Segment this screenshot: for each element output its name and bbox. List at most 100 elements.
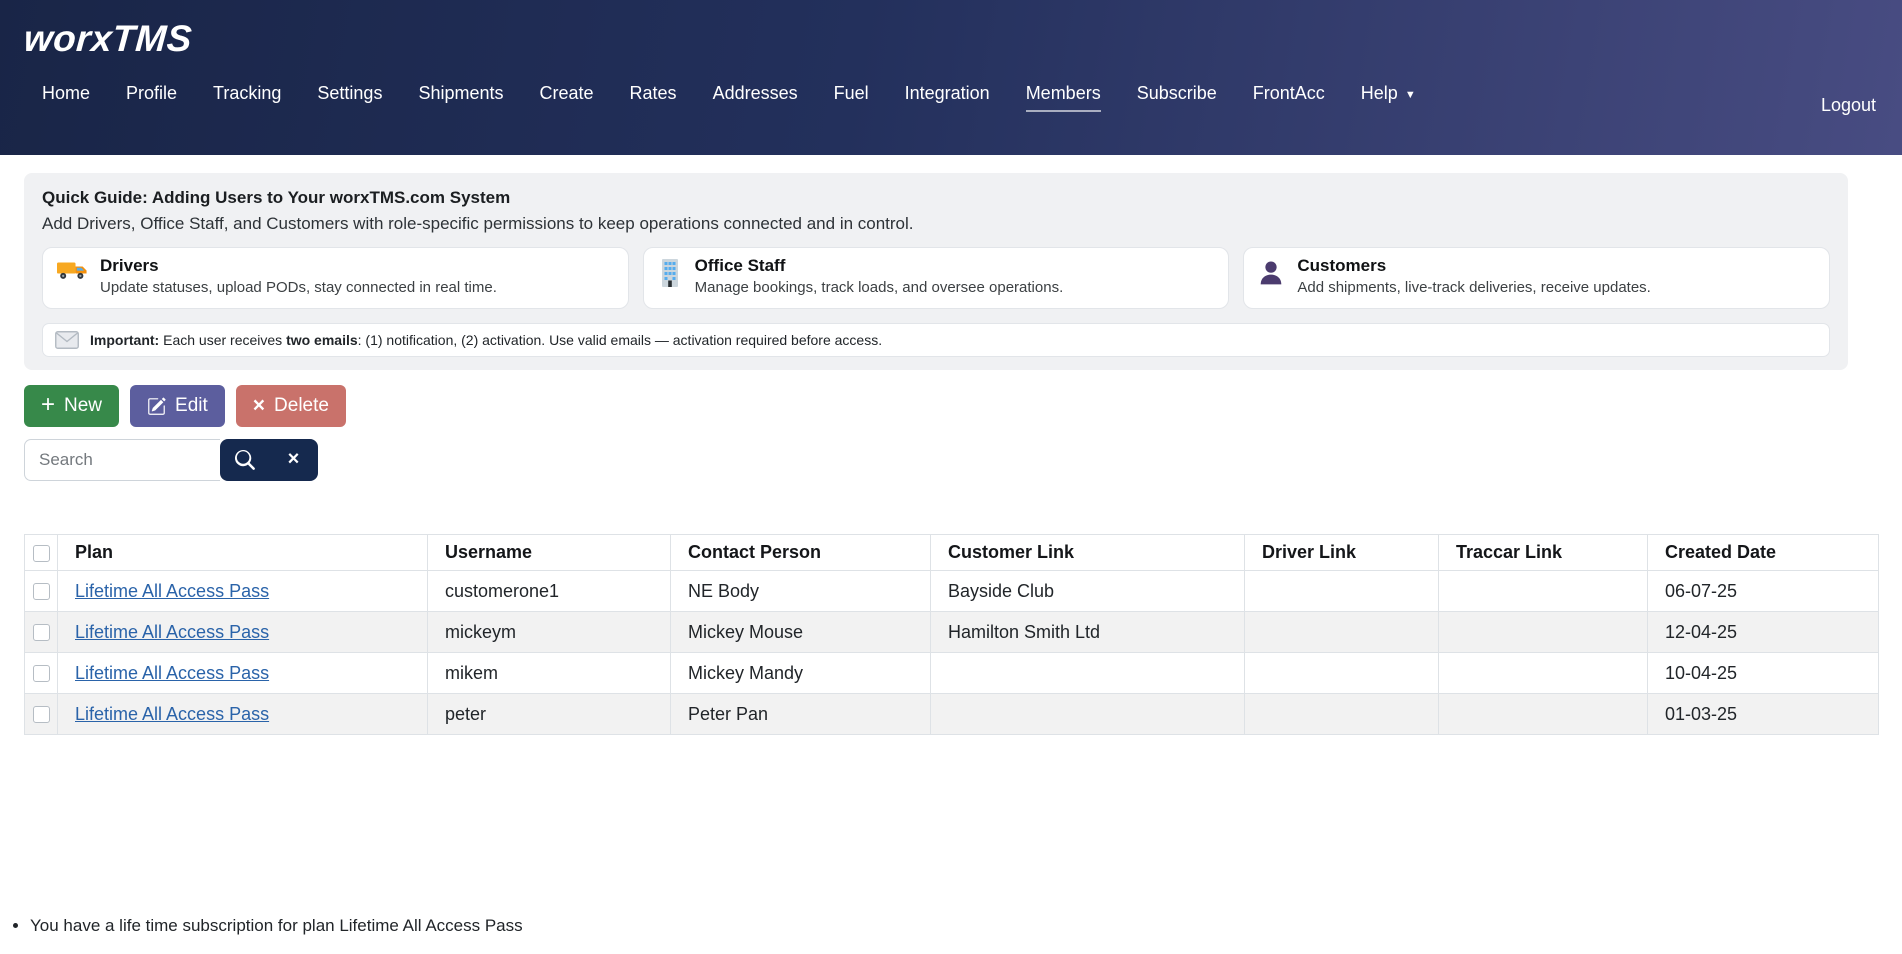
- search-input[interactable]: [24, 439, 220, 481]
- contact-person-cell: Peter Pan: [671, 694, 931, 735]
- drivers-card: Drivers Update statuses, upload PODs, st…: [42, 247, 629, 309]
- quick-guide-subtitle: Add Drivers, Office Staff, and Customers…: [42, 214, 1830, 234]
- customers-card-desc: Add shipments, live-track deliveries, re…: [1297, 279, 1651, 296]
- table-row: Lifetime All Access Pass mikem Mickey Ma…: [25, 653, 1879, 694]
- main-nav: Home Profile Tracking Settings Shipments…: [24, 83, 1878, 104]
- col-username: Username: [428, 535, 671, 571]
- col-created-date: Created Date: [1648, 535, 1879, 571]
- edit-button[interactable]: Edit: [130, 385, 225, 427]
- driver-link-cell: [1245, 571, 1439, 612]
- footer-notes: You have a life time subscription for pl…: [0, 916, 1902, 936]
- select-all-checkbox[interactable]: [33, 545, 50, 562]
- members-table: Plan Username Contact Person Customer Li…: [24, 534, 1879, 735]
- traccar-link-cell: [1439, 571, 1648, 612]
- driver-link-cell: [1245, 653, 1439, 694]
- created-date-cell: 01-03-25: [1648, 694, 1879, 735]
- clear-search-button[interactable]: ×: [269, 439, 318, 481]
- contact-person-cell: Mickey Mouse: [671, 612, 931, 653]
- traccar-link-cell: [1439, 653, 1648, 694]
- note-bold: two emails: [286, 332, 358, 348]
- table-row: Lifetime All Access Pass peter Peter Pan…: [25, 694, 1879, 735]
- search-actions: ×: [220, 439, 318, 481]
- quick-guide-panel: Quick Guide: Adding Users to Your worxTM…: [24, 173, 1848, 370]
- col-contact-person: Contact Person: [671, 535, 931, 571]
- person-icon: [1258, 259, 1284, 291]
- nav-item[interactable]: Subscribe: [1137, 83, 1217, 104]
- nav-item[interactable]: Shipments: [418, 83, 503, 104]
- customers-card-title: Customers: [1297, 256, 1651, 276]
- username-cell: customerone1: [428, 571, 671, 612]
- chevron-down-icon: ▼: [1405, 89, 1416, 101]
- office-building-icon: [658, 259, 682, 292]
- created-date-cell: 10-04-25: [1648, 653, 1879, 694]
- actions-toolbar: + New Edit × Delete: [24, 385, 1878, 427]
- table-row: Lifetime All Access Pass mickeym Mickey …: [25, 612, 1879, 653]
- app-logo: worxTMS: [23, 18, 194, 60]
- envelope-icon: [55, 331, 79, 349]
- username-cell: mikem: [428, 653, 671, 694]
- important-note: Important: Each user receives two emails…: [42, 323, 1830, 357]
- nav-item[interactable]: Tracking: [213, 83, 281, 104]
- pencil-square-icon: [147, 397, 166, 416]
- drivers-card-title: Drivers: [100, 256, 497, 276]
- nav-item[interactable]: Fuel: [834, 83, 869, 104]
- logout-link[interactable]: Logout: [1821, 95, 1876, 116]
- clear-icon: ×: [288, 449, 300, 469]
- truck-icon: [57, 259, 87, 286]
- delete-button[interactable]: × Delete: [236, 385, 346, 427]
- nav-item[interactable]: Rates: [630, 83, 677, 104]
- x-icon: ×: [253, 395, 265, 416]
- col-plan: Plan: [58, 535, 428, 571]
- customer-link-cell: Bayside Club: [931, 571, 1245, 612]
- col-driver-link: Driver Link: [1245, 535, 1439, 571]
- nav-item[interactable]: Integration: [905, 83, 990, 104]
- nav-item[interactable]: Settings: [317, 83, 382, 104]
- nav-item[interactable]: FrontAcc: [1253, 83, 1325, 104]
- plus-icon: +: [41, 393, 55, 417]
- nav-item[interactable]: Home: [42, 83, 90, 104]
- plan-link[interactable]: Lifetime All Access Pass: [75, 581, 269, 601]
- driver-link-cell: [1245, 612, 1439, 653]
- customer-link-cell: Hamilton Smith Ltd: [931, 612, 1245, 653]
- subscription-note: You have a life time subscription for pl…: [30, 916, 1902, 936]
- contact-person-cell: NE Body: [671, 571, 931, 612]
- plan-link[interactable]: Lifetime All Access Pass: [75, 622, 269, 642]
- customer-link-cell: [931, 653, 1245, 694]
- customer-link-cell: [931, 694, 1245, 735]
- nav-item[interactable]: Addresses: [713, 83, 798, 104]
- col-customer-link: Customer Link: [931, 535, 1245, 571]
- created-date-cell: 12-04-25: [1648, 612, 1879, 653]
- office-staff-card-desc: Manage bookings, track loads, and overse…: [695, 279, 1064, 296]
- new-button[interactable]: + New: [24, 385, 119, 427]
- nav-item[interactable]: Profile: [126, 83, 177, 104]
- search-bar: ×: [24, 439, 1878, 481]
- search-button[interactable]: [220, 439, 269, 481]
- office-staff-card-title: Office Staff: [695, 256, 1064, 276]
- col-traccar-link: Traccar Link: [1439, 535, 1648, 571]
- contact-person-cell: Mickey Mandy: [671, 653, 931, 694]
- row-checkbox[interactable]: [33, 583, 50, 600]
- traccar-link-cell: [1439, 612, 1648, 653]
- traccar-link-cell: [1439, 694, 1648, 735]
- plan-link[interactable]: Lifetime All Access Pass: [75, 663, 269, 683]
- note-label: Important:: [90, 332, 159, 348]
- created-date-cell: 06-07-25: [1648, 571, 1879, 612]
- table-row: Lifetime All Access Pass customerone1 NE…: [25, 571, 1879, 612]
- top-navbar: worxTMS Home Profile Tracking Settings S…: [0, 0, 1902, 155]
- nav-item[interactable]: Help▼: [1361, 83, 1416, 104]
- search-icon: [235, 450, 255, 470]
- plan-link[interactable]: Lifetime All Access Pass: [75, 704, 269, 724]
- row-checkbox[interactable]: [33, 706, 50, 723]
- role-cards: Drivers Update statuses, upload PODs, st…: [42, 247, 1830, 309]
- driver-link-cell: [1245, 694, 1439, 735]
- username-cell: mickeym: [428, 612, 671, 653]
- customers-card: Customers Add shipments, live-track deli…: [1243, 247, 1830, 309]
- username-cell: peter: [428, 694, 671, 735]
- nav-item[interactable]: Members: [1026, 83, 1101, 104]
- row-checkbox[interactable]: [33, 665, 50, 682]
- nav-item[interactable]: Create: [540, 83, 594, 104]
- row-checkbox[interactable]: [33, 624, 50, 641]
- quick-guide-title: Quick Guide: Adding Users to Your worxTM…: [42, 188, 1830, 208]
- office-staff-card: Office Staff Manage bookings, track load…: [643, 247, 1230, 309]
- table-header-row: Plan Username Contact Person Customer Li…: [25, 535, 1879, 571]
